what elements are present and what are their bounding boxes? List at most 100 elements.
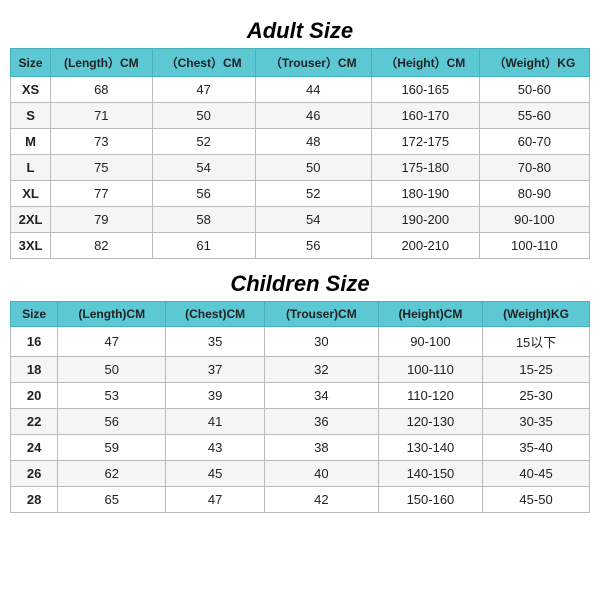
- table-cell: 47: [58, 327, 166, 357]
- header-cell: (Trouser)CM: [264, 302, 378, 327]
- table-cell: 110-120: [378, 383, 482, 409]
- table-cell: 68: [51, 77, 153, 103]
- children-table: Size(Length)CM(Chest)CM(Trouser)CM(Heigh…: [10, 301, 590, 513]
- table-cell: 18: [11, 357, 58, 383]
- table-cell: 36: [264, 409, 378, 435]
- header-cell: (Chest)CM: [166, 302, 265, 327]
- header-cell: Size: [11, 49, 51, 77]
- children-title: Children Size: [10, 271, 590, 297]
- table-cell: 25-30: [483, 383, 590, 409]
- table-cell: 2XL: [11, 207, 51, 233]
- header-cell: （Trouser）CM: [255, 49, 371, 77]
- table-cell: 100-110: [479, 233, 589, 259]
- header-cell: (Weight)KG: [483, 302, 590, 327]
- table-cell: 15-25: [483, 357, 590, 383]
- table-cell: 59: [58, 435, 166, 461]
- table-row: XS684744160-16550-60: [11, 77, 590, 103]
- adult-table: Size(Length）CM（Chest）CM（Trouser）CM（Heigh…: [10, 48, 590, 259]
- table-cell: 34: [264, 383, 378, 409]
- table-cell: 82: [51, 233, 153, 259]
- table-cell: 32: [264, 357, 378, 383]
- table-cell: 39: [166, 383, 265, 409]
- children-section: Children Size Size(Length)CM(Chest)CM(Tr…: [10, 263, 590, 517]
- table-cell: 79: [51, 207, 153, 233]
- header-cell: (Length)CM: [58, 302, 166, 327]
- table-row: 24594338130-14035-40: [11, 435, 590, 461]
- table-cell: 56: [152, 181, 255, 207]
- table-cell: 3XL: [11, 233, 51, 259]
- adult-title: Adult Size: [10, 18, 590, 44]
- adult-header-row: Size(Length）CM（Chest）CM（Trouser）CM（Heigh…: [11, 49, 590, 77]
- table-cell: 42: [264, 487, 378, 513]
- table-cell: 40-45: [483, 461, 590, 487]
- table-cell: 16: [11, 327, 58, 357]
- table-cell: 35-40: [483, 435, 590, 461]
- table-row: S715046160-17055-60: [11, 103, 590, 129]
- table-cell: 90-100: [378, 327, 482, 357]
- table-cell: 48: [255, 129, 371, 155]
- table-cell: 40: [264, 461, 378, 487]
- table-cell: 37: [166, 357, 265, 383]
- table-cell: 50: [152, 103, 255, 129]
- table-cell: 50-60: [479, 77, 589, 103]
- table-row: 18503732100-11015-25: [11, 357, 590, 383]
- table-cell: 77: [51, 181, 153, 207]
- table-cell: S: [11, 103, 51, 129]
- table-cell: 60-70: [479, 129, 589, 155]
- table-cell: 58: [152, 207, 255, 233]
- table-cell: 180-190: [371, 181, 479, 207]
- table-cell: 56: [58, 409, 166, 435]
- table-cell: 175-180: [371, 155, 479, 181]
- table-cell: 90-100: [479, 207, 589, 233]
- table-cell: 45: [166, 461, 265, 487]
- table-cell: 61: [152, 233, 255, 259]
- children-header-row: Size(Length)CM(Chest)CM(Trouser)CM(Heigh…: [11, 302, 590, 327]
- table-row: L755450175-18070-80: [11, 155, 590, 181]
- table-cell: 52: [255, 181, 371, 207]
- table-cell: 71: [51, 103, 153, 129]
- table-cell: 43: [166, 435, 265, 461]
- table-cell: 190-200: [371, 207, 479, 233]
- table-cell: 44: [255, 77, 371, 103]
- table-row: 2XL795854190-20090-100: [11, 207, 590, 233]
- table-cell: 172-175: [371, 129, 479, 155]
- table-cell: 22: [11, 409, 58, 435]
- table-cell: 53: [58, 383, 166, 409]
- table-row: 28654742150-16045-50: [11, 487, 590, 513]
- table-cell: 120-130: [378, 409, 482, 435]
- table-cell: 26: [11, 461, 58, 487]
- header-cell: Size: [11, 302, 58, 327]
- table-row: XL775652180-19080-90: [11, 181, 590, 207]
- table-cell: 52: [152, 129, 255, 155]
- table-cell: 20: [11, 383, 58, 409]
- table-cell: 30: [264, 327, 378, 357]
- table-cell: 200-210: [371, 233, 479, 259]
- table-cell: 47: [166, 487, 265, 513]
- table-cell: XL: [11, 181, 51, 207]
- table-cell: 75: [51, 155, 153, 181]
- table-cell: 100-110: [378, 357, 482, 383]
- table-cell: 46: [255, 103, 371, 129]
- table-cell: 54: [255, 207, 371, 233]
- table-cell: 45-50: [483, 487, 590, 513]
- table-cell: M: [11, 129, 51, 155]
- table-cell: 35: [166, 327, 265, 357]
- table-cell: 28: [11, 487, 58, 513]
- header-cell: (Height)CM: [378, 302, 482, 327]
- table-cell: 70-80: [479, 155, 589, 181]
- table-row: 22564136120-13030-35: [11, 409, 590, 435]
- table-cell: 15以下: [483, 327, 590, 357]
- table-cell: 50: [255, 155, 371, 181]
- table-row: 3XL826156200-210100-110: [11, 233, 590, 259]
- table-cell: 160-165: [371, 77, 479, 103]
- table-cell: 140-150: [378, 461, 482, 487]
- header-cell: （Weight）KG: [479, 49, 589, 77]
- table-cell: 38: [264, 435, 378, 461]
- table-cell: 47: [152, 77, 255, 103]
- table-row: 26624540140-15040-45: [11, 461, 590, 487]
- table-cell: 65: [58, 487, 166, 513]
- table-cell: 54: [152, 155, 255, 181]
- table-row: 1647353090-10015以下: [11, 327, 590, 357]
- table-cell: 150-160: [378, 487, 482, 513]
- adult-section: Adult Size Size(Length）CM（Chest）CM（Trous…: [10, 10, 590, 263]
